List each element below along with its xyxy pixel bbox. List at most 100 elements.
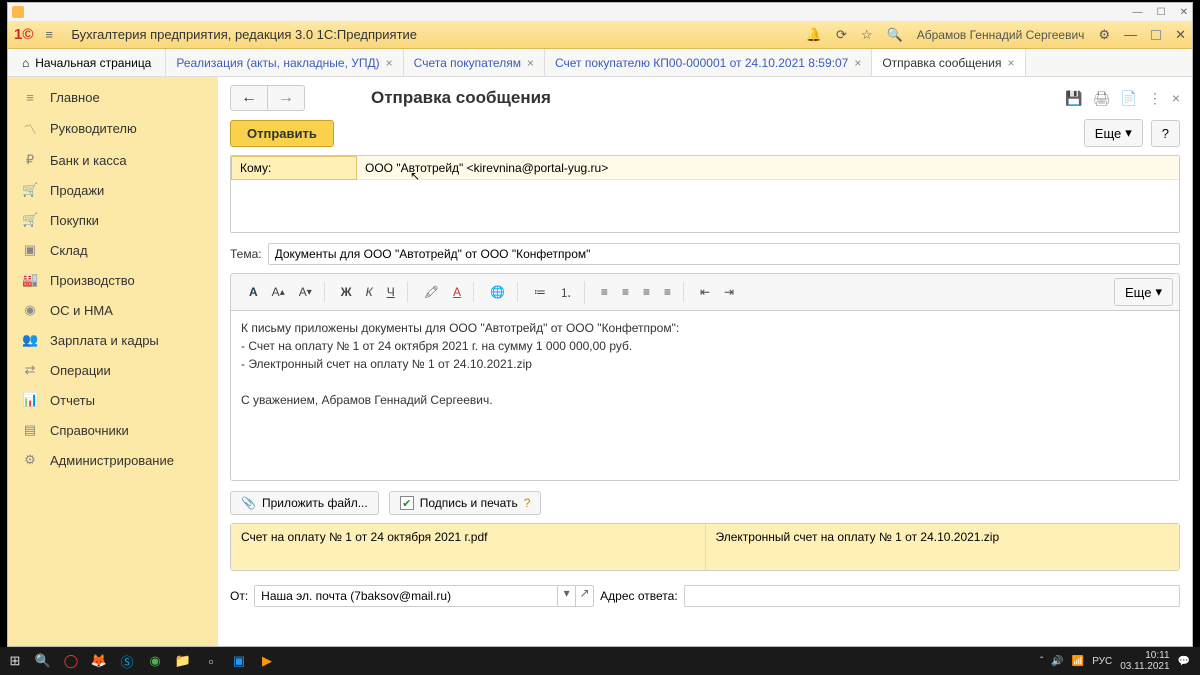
inner-close-icon[interactable]: ✕ [1175,27,1186,43]
to-value[interactable]: ООО "Автотрейд" <kirevnina@portal-yug.ru… [357,156,1179,180]
print-icon[interactable]: 🖨 [1093,90,1111,107]
start-icon[interactable]: ⊞ [4,650,26,672]
ol-icon[interactable]: ⒈ [554,281,578,304]
italic-icon[interactable]: К [360,282,379,302]
tray-lang[interactable]: РУС [1092,656,1112,667]
close-icon[interactable]: × [527,56,534,70]
sidebar-item-director[interactable]: 〽Руководителю [8,112,218,145]
sidebar-item-bank[interactable]: ₽Банк и касса [8,145,218,175]
to-label[interactable]: Кому: [231,156,357,180]
subject-input[interactable] [268,243,1180,265]
bold-icon[interactable]: Ж [335,282,358,302]
window-maximize-icon[interactable]: ☐ [1157,7,1166,18]
indent-icon[interactable]: ⇥ [718,282,740,302]
help-icon[interactable]: ? [524,496,531,510]
sidebar-item-stock[interactable]: ▣Склад [8,235,218,265]
sidebar-item-production[interactable]: 🏭 Производство [8,265,218,295]
search-icon[interactable]: 🔍 [32,650,54,672]
star-icon[interactable]: ☆ [861,27,873,43]
from-input[interactable] [255,586,557,606]
window-close-icon[interactable]: ✕ [1180,7,1188,18]
tray-up-icon[interactable]: ˆ [1040,656,1043,667]
tray-time: 10:11 [1120,650,1169,661]
tab-realization[interactable]: Реализация (акты, накладные, УПД)× [166,49,403,76]
attach-file-button[interactable]: 📎Приложить файл... [230,491,379,515]
bg-color-icon[interactable]: 🖍 [418,282,445,302]
message-body-editor[interactable]: К письму приложены документы для ООО "Ав… [230,311,1180,481]
sidebar-item-operations[interactable]: ⇄Операции [8,355,218,385]
skype-icon[interactable]: Ⓢ [116,650,138,672]
chrome-icon[interactable]: ◉ [144,650,166,672]
sign-stamp-button[interactable]: ✔Подпись и печать? [389,491,542,515]
search-icon[interactable]: 🔍 [887,27,903,43]
tab-send-message[interactable]: Отправка сообщения× [872,49,1025,76]
inner-minimize-icon[interactable]: — [1124,27,1137,42]
font-up-icon[interactable]: A▴ [266,282,291,302]
sidebar-item-label: Главное [50,90,100,105]
sidebar-item-salary[interactable]: 👥Зарплата и кадры [8,325,218,355]
tray-net-icon[interactable]: 📶 [1072,656,1084,667]
text-color-icon[interactable]: A [447,282,467,302]
tab-invoice-doc[interactable]: Счет покупателю КП00-000001 от 24.10.202… [545,49,872,76]
opera-icon[interactable]: ◯ [60,650,82,672]
font-icon[interactable]: A [243,282,264,302]
sidebar-item-sales[interactable]: 🛒Продажи [8,175,218,205]
link-icon[interactable]: 🌐 [484,282,511,302]
align-left-icon[interactable]: ≡ [595,282,614,302]
save-icon[interactable]: 💾 [1065,90,1082,107]
kebab-icon[interactable]: ⋮ [1148,90,1162,107]
close-icon[interactable]: × [854,56,861,70]
close-panel-icon[interactable]: × [1172,90,1180,107]
more-button[interactable]: Еще▾ [1084,119,1143,147]
sidebar-item-label: Банк и касса [50,153,127,168]
tab-invoices[interactable]: Счета покупателям× [404,49,545,76]
sidebar-item-reports[interactable]: 📊Отчеты [8,385,218,415]
sidebar-item-purchases[interactable]: 🛒Покупки [8,205,218,235]
checkbox-icon[interactable]: ✔ [400,496,414,510]
forward-icon[interactable]: → [268,86,304,110]
explorer-icon[interactable]: 📁 [172,650,194,672]
attachment-item[interactable]: Электронный счет на оплату № 1 от 24.10.… [706,524,1180,570]
sidebar-item-admin[interactable]: ⚙Администрирование [8,445,218,475]
sidebar-item-label: Производство [50,273,135,288]
to-expand-area[interactable] [231,180,1179,232]
app1-icon[interactable]: ▫ [200,650,222,672]
inner-maximize-icon[interactable] [1151,30,1161,40]
attachment-item[interactable]: Счет на оплату № 1 от 24 октября 2021 г.… [231,524,706,570]
window-minimize-icon[interactable]: — [1133,7,1143,18]
ul-icon[interactable]: ≔ [528,281,552,304]
help-button[interactable]: ? [1151,120,1180,147]
chevron-down-icon[interactable]: ▾ [557,586,575,606]
menu-icon[interactable]: ≡ [45,27,63,42]
open-ref-icon[interactable]: ↗ [575,586,593,606]
user-name[interactable]: Абрамов Геннадий Сергеевич [917,28,1085,42]
align-justify-icon[interactable]: ≡ [658,282,677,302]
sidebar-item-main[interactable]: ≡Главное [8,83,218,112]
history-icon[interactable]: ⟳ [836,27,847,43]
tray-notif-icon[interactable]: 💬 [1178,656,1190,667]
align-center-icon[interactable]: ≡ [616,282,635,302]
firefox-icon[interactable]: 🦊 [88,650,110,672]
app3-icon[interactable]: ▶ [256,650,278,672]
underline-icon[interactable]: Ч [381,282,401,302]
from-select[interactable]: ▾ ↗ [254,585,594,607]
back-icon[interactable]: ← [231,86,268,110]
align-right-icon[interactable]: ≡ [637,282,656,302]
tab-home[interactable]: ⌂ Начальная страница [8,49,166,76]
factory-icon: 🏭 [22,272,38,288]
outdent-icon[interactable]: ⇤ [694,282,716,302]
close-icon[interactable]: × [386,56,393,70]
nav-back-forward[interactable]: ← → [230,85,305,111]
toolbar-more-button[interactable]: Еще▾ [1114,278,1173,306]
close-icon[interactable]: × [1008,56,1015,70]
sidebar-item-os[interactable]: ◉ОС и НМА [8,295,218,325]
settings-icon[interactable]: ⚙ [1098,27,1110,43]
app2-icon[interactable]: ▣ [228,650,250,672]
reply-to-input[interactable] [684,585,1180,607]
font-down-icon[interactable]: A▾ [293,282,318,302]
doc-icon[interactable]: 📄 [1120,90,1137,107]
sidebar-item-refs[interactable]: ▤Справочники [8,415,218,445]
bell-icon[interactable]: 🔔 [806,27,822,43]
tray-sound-icon[interactable]: 🔊 [1051,656,1063,667]
send-button[interactable]: Отправить [230,120,334,147]
